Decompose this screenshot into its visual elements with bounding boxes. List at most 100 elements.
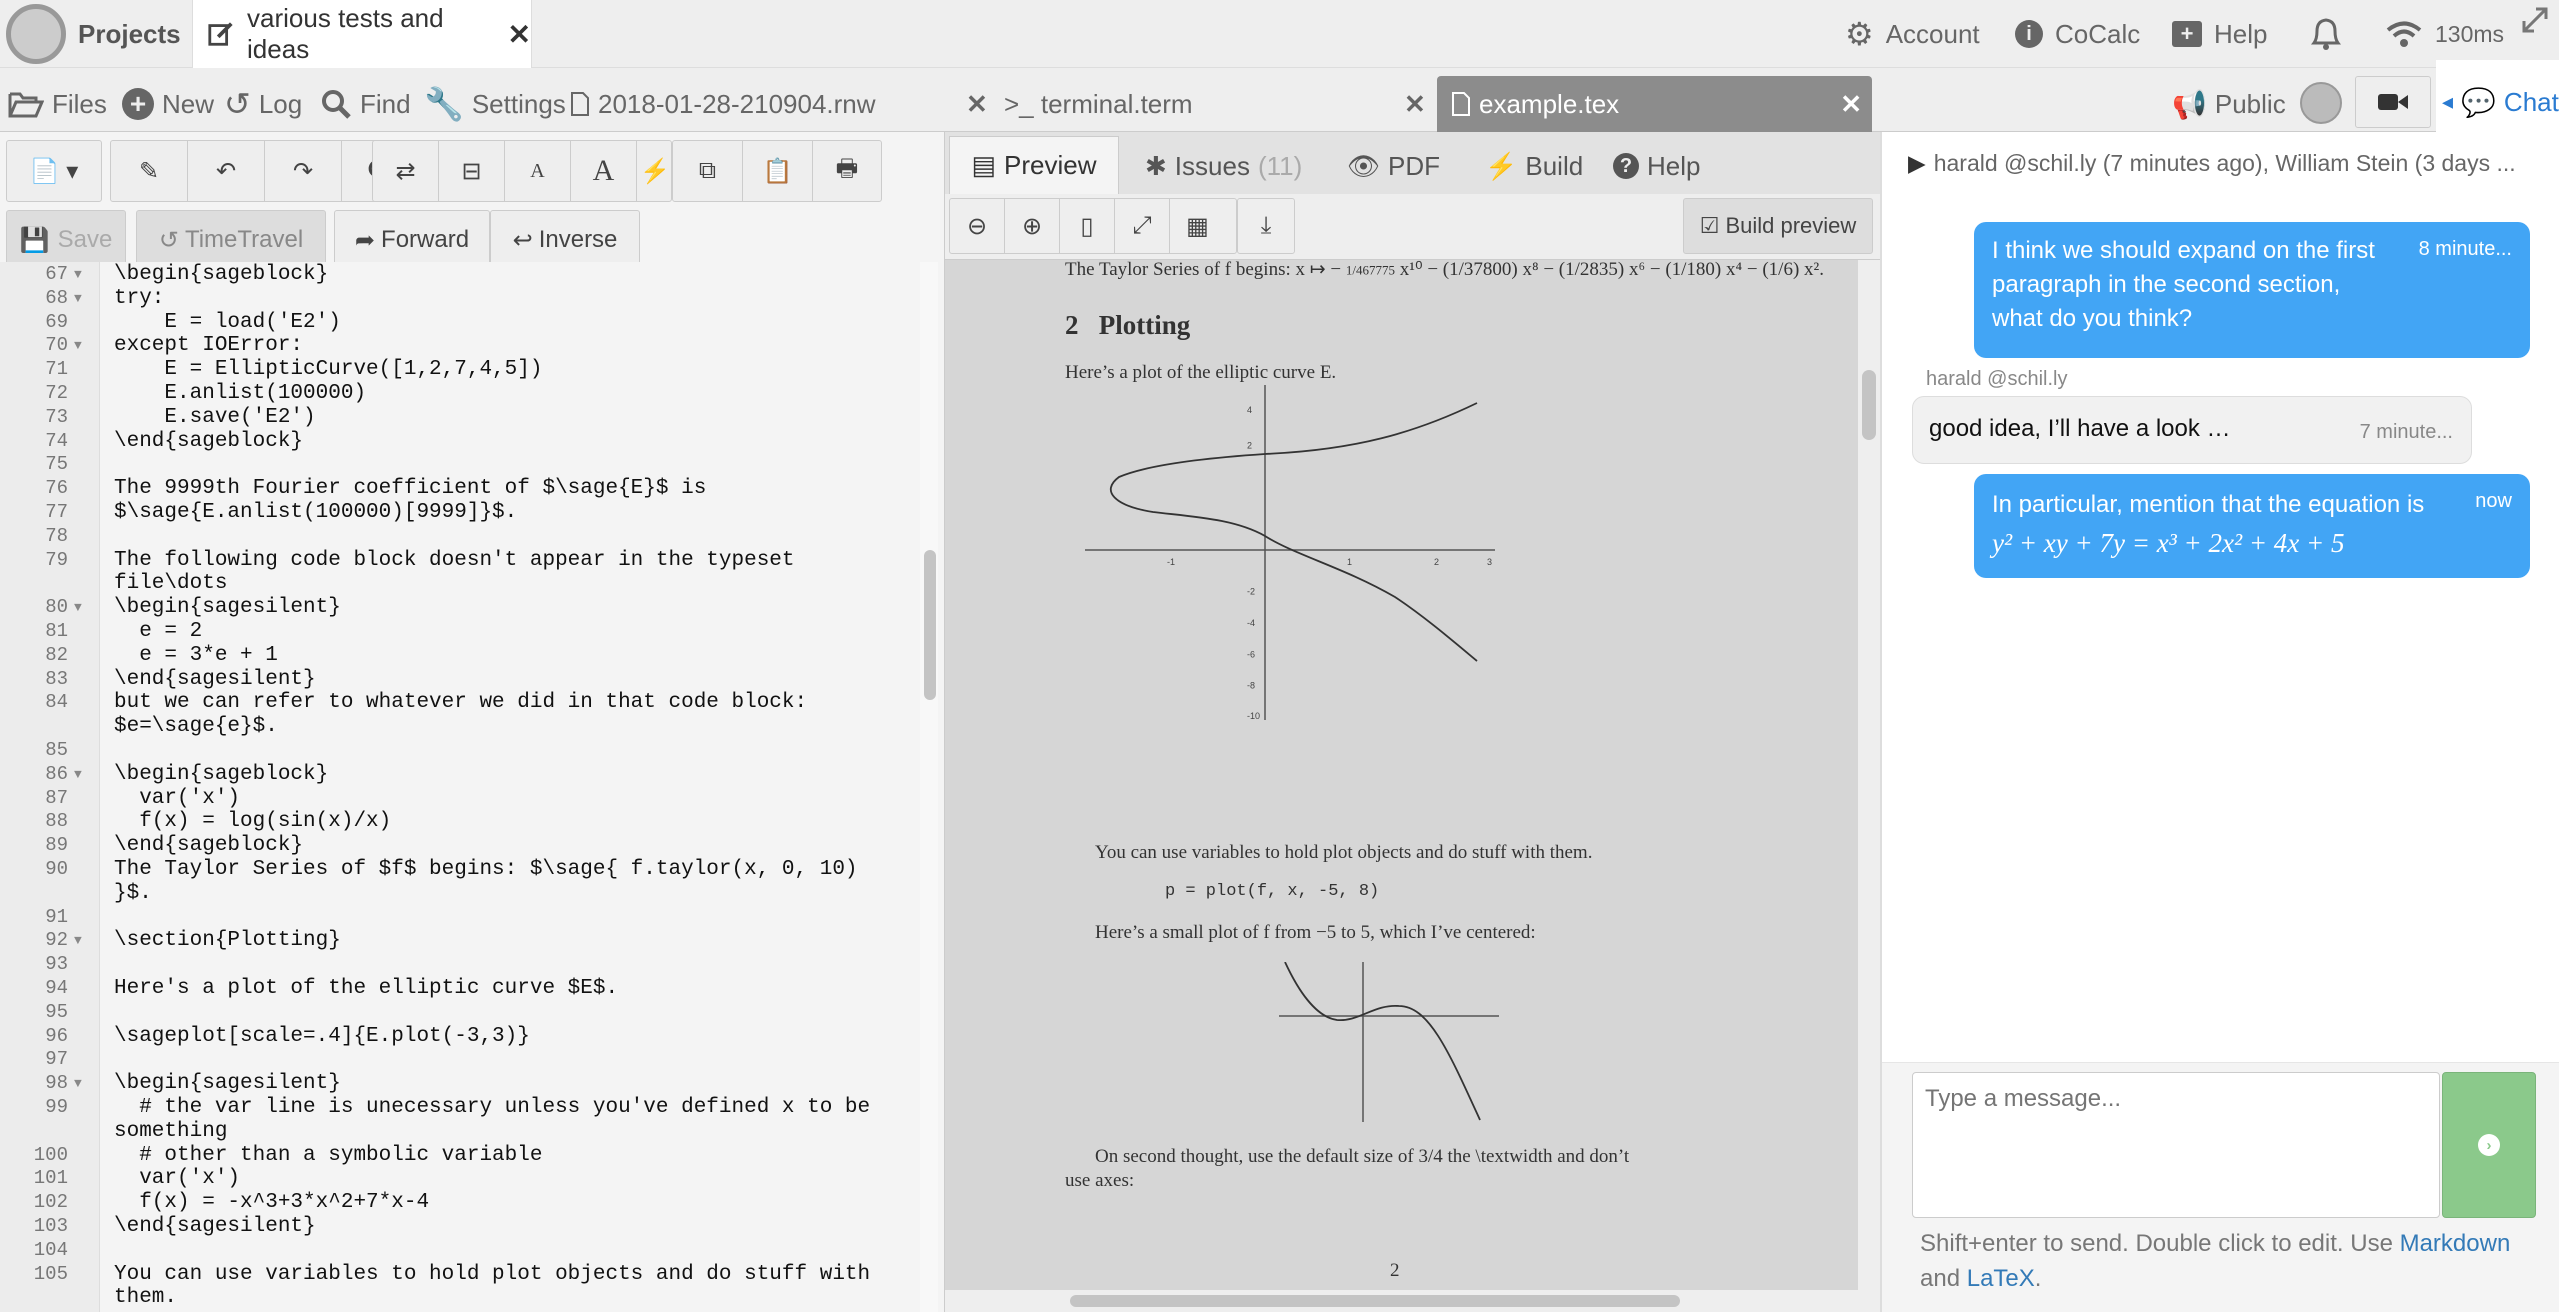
wrench-icon: 🔧 xyxy=(424,86,464,122)
close-terminal-tab-icon[interactable]: ✕ xyxy=(1404,84,1426,124)
issues-count: (11) xyxy=(1257,150,1303,181)
fold-arrow-icon[interactable]: ▼ xyxy=(74,767,82,782)
fold-arrow-icon[interactable]: ▼ xyxy=(74,1076,82,1091)
close-rnw-tab-icon[interactable]: ✕ xyxy=(966,84,988,124)
print-icon[interactable]: 🖶 xyxy=(813,141,881,201)
preview-hscrollbar[interactable] xyxy=(945,1290,1858,1312)
send-arrow-icon: › xyxy=(2478,1134,2500,1156)
find-button[interactable]: Find xyxy=(320,84,411,124)
code-line: \begin{sageblock} xyxy=(114,263,329,286)
tab-preview[interactable]: ▤ Preview xyxy=(949,136,1119,194)
line-number: 83 xyxy=(45,667,68,690)
redo-icon[interactable]: ↷ xyxy=(265,141,342,201)
inverse-search-button[interactable]: ↩ Inverse xyxy=(490,210,640,270)
chat-toggle-button[interactable]: ◂ 💬 Chat xyxy=(2436,60,2559,132)
bolt-icon[interactable]: ⚡ xyxy=(637,141,673,201)
fold-arrow-icon[interactable]: ▼ xyxy=(74,338,82,353)
message-time: 7 minute... xyxy=(2359,421,2453,443)
preview-scrollbar-thumb[interactable] xyxy=(1862,370,1876,440)
tab-build[interactable]: ⚡ Build xyxy=(1485,138,1583,194)
decrease-font-icon[interactable]: A xyxy=(505,141,571,201)
fold-arrow-icon[interactable]: ▼ xyxy=(74,600,82,615)
scrollbar-thumb[interactable] xyxy=(924,550,936,700)
paste-icon[interactable]: 📋 xyxy=(743,141,813,201)
increase-font-icon[interactable]: A xyxy=(571,141,637,201)
new-button[interactable]: + New xyxy=(122,84,214,124)
tab-help[interactable]: ? Help xyxy=(1613,138,1700,194)
magic-wand-icon[interactable]: ✎ xyxy=(111,141,188,201)
connection-status[interactable]: 130ms xyxy=(2385,0,2504,68)
tab-rnw-label: 2018-01-28-210904.rnw xyxy=(598,88,876,119)
question-circle-icon: ? xyxy=(1613,153,1639,179)
chat-header[interactable]: ▶ harald @schil.ly (7 minutes ago), Willi… xyxy=(1908,150,2516,177)
elliptic-curve-plot: -1 1 2 3 4 2 -2 -4 -6 -8 -10 xyxy=(1085,385,1495,720)
y-tick-label: 2 xyxy=(1247,441,1252,451)
avatar[interactable] xyxy=(2300,78,2342,128)
zoom-in-icon[interactable]: ⊕ xyxy=(1005,199,1060,253)
y-tick-label: -4 xyxy=(1247,618,1255,628)
close-tex-tab-icon[interactable]: ✕ xyxy=(1840,89,1862,120)
file-icon xyxy=(571,92,589,116)
tab-help-label: Help xyxy=(1647,150,1701,181)
y-tick-label: -6 xyxy=(1247,649,1255,659)
fit-page-icon[interactable]: ▯ xyxy=(1060,199,1115,253)
code-line: Here's a plot of the elliptic curve $E$. xyxy=(114,977,619,1000)
fold-arrow-icon[interactable]: ▼ xyxy=(74,291,82,306)
chat-message[interactable]: In particular, mention that the equation… xyxy=(1974,474,2530,578)
expand-icon[interactable]: ⤢ xyxy=(1115,199,1170,253)
notifications-bell-icon[interactable] xyxy=(2308,0,2344,68)
copy-icon[interactable]: ⧉ xyxy=(673,141,743,201)
fold-arrow-icon[interactable]: ▼ xyxy=(74,933,82,948)
zoom-out-icon[interactable]: ⊖ xyxy=(950,199,1005,253)
code-line: f(x) = log(sin(x)/x) xyxy=(114,810,392,834)
latex-link[interactable]: LaTeX xyxy=(1967,1265,2035,1292)
account-button[interactable]: ⚙ Account xyxy=(1845,0,1980,68)
settings-button[interactable]: 🔧 Settings xyxy=(424,84,566,124)
markdown-link[interactable]: Markdown xyxy=(2400,1230,2511,1257)
line-number: 77 xyxy=(45,501,68,523)
log-button[interactable]: ↺ Log xyxy=(224,84,302,124)
file-menu-button[interactable]: 📄 ▾ xyxy=(6,140,102,202)
section-title: Plotting xyxy=(1098,310,1191,340)
build-preview-button[interactable]: ☑ Build preview xyxy=(1683,198,1873,254)
preview-scrollbar[interactable] xyxy=(1858,260,1880,1312)
split-view-icon[interactable]: ⊟ xyxy=(439,141,505,201)
chat-message[interactable]: I think we should expand on the first pa… xyxy=(1974,222,2530,358)
replace-icon[interactable]: ⇄ xyxy=(373,141,439,201)
tab-issues[interactable]: ✱ Issues (11) xyxy=(1145,138,1302,194)
chat-message-input[interactable] xyxy=(1912,1072,2440,1218)
timetravel-button[interactable]: ↺ TimeTravel xyxy=(136,210,326,270)
projects-button[interactable]: Projects xyxy=(0,0,190,68)
project-tab[interactable]: various tests and ideas ✕ xyxy=(192,0,532,68)
tab-rnw-file[interactable]: 2018-01-28-210904.rnw xyxy=(570,84,876,124)
preview-hscrollbar-thumb[interactable] xyxy=(1070,1295,1680,1307)
editor-scrollbar[interactable] xyxy=(920,262,938,1312)
line-number: 87 xyxy=(45,786,68,809)
code-line: E.anlist(100000) xyxy=(114,382,367,405)
files-button[interactable]: Files xyxy=(8,84,107,124)
grid-icon[interactable]: ▦ xyxy=(1170,199,1225,253)
forward-search-button[interactable]: ➦ Forward xyxy=(334,210,490,270)
code-line: }$. xyxy=(114,881,152,905)
line-number: 90 xyxy=(45,858,68,880)
download-button[interactable]: ⤓ xyxy=(1237,198,1295,254)
code-line: \section{Plotting} xyxy=(114,929,341,953)
public-button[interactable]: 📢 Public xyxy=(2172,84,2286,124)
save-button[interactable]: 💾 Save xyxy=(6,210,126,270)
tab-pdf[interactable]: 👁 PDF xyxy=(1347,138,1440,194)
tab-example-tex[interactable]: example.tex ✕ xyxy=(1437,76,1872,132)
code-editor[interactable]: 67 ▼ 68 ▼ 69 70 ▼ 71 72 73 74 75 76 77 78 79 80 ▼ 81 82 83 84… xyxy=(0,262,920,1312)
fold-arrow-icon[interactable]: ▼ xyxy=(74,267,82,282)
video-chat-button[interactable] xyxy=(2355,76,2431,128)
cocalc-button[interactable]: i CoCalc xyxy=(2015,0,2140,68)
close-icon[interactable]: ✕ xyxy=(508,18,531,51)
fullscreen-icon[interactable] xyxy=(2520,0,2550,40)
send-button[interactable]: › xyxy=(2442,1072,2536,1218)
tab-terminal[interactable]: >_ terminal.term xyxy=(1004,84,1193,124)
chat-message[interactable]: good idea, I’ll have a look … 7 minute..… xyxy=(1912,396,2472,464)
medkit-icon: + xyxy=(2172,21,2202,47)
help-button[interactable]: + Help xyxy=(2172,0,2267,68)
line-number: 105 xyxy=(33,1262,68,1285)
undo-icon[interactable]: ↶ xyxy=(188,141,265,201)
pdf-page[interactable]: The Taylor Series of f begins: x ↦ − 1/4… xyxy=(945,260,1858,1312)
